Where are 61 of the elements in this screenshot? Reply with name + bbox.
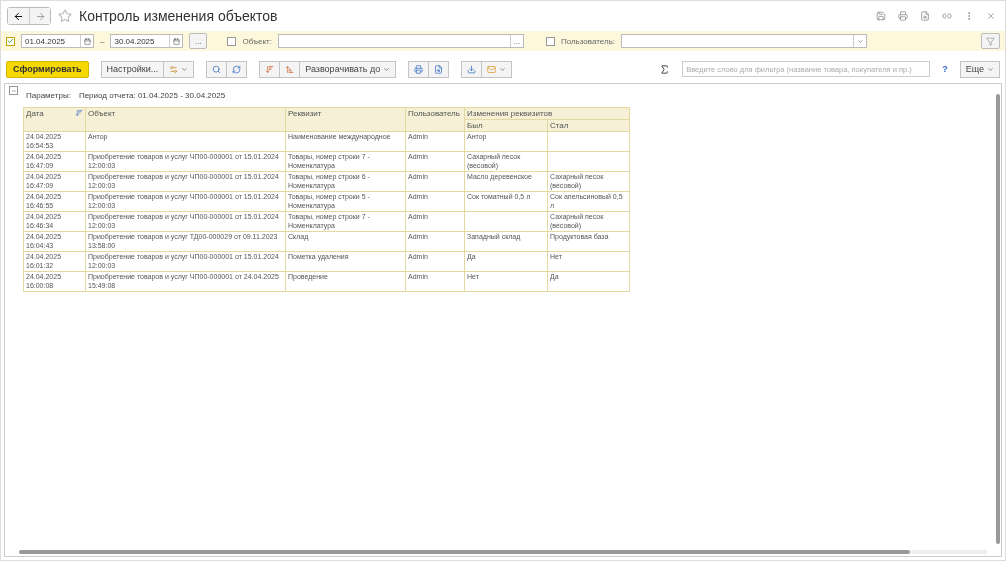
period-button[interactable]: ... <box>189 33 208 49</box>
group-header: Изменения реквизитов <box>464 107 630 120</box>
period-checkbox[interactable] <box>6 36 15 46</box>
params-value: Период отчета: 01.04.2025 - 30.04.2025 <box>78 91 226 100</box>
caret-icon <box>987 65 994 73</box>
select-button[interactable]: ... <box>509 35 523 47</box>
refresh-search-button[interactable] <box>227 60 248 78</box>
caret-icon <box>499 65 507 73</box>
sort-ascending-button[interactable] <box>280 60 301 78</box>
user-field[interactable] <box>621 34 868 48</box>
download-button[interactable] <box>461 60 483 78</box>
params-label: Параметры: <box>26 91 71 100</box>
sort-descending-button[interactable] <box>259 60 281 78</box>
user-label: Пользователь: <box>560 36 616 46</box>
calendar-icon <box>172 37 180 45</box>
print-icon[interactable] <box>895 8 911 24</box>
sort-ascending-icon <box>285 64 295 74</box>
caret-icon <box>181 65 189 73</box>
arrow-left-icon <box>13 10 24 22</box>
date-from-field[interactable]: 01.04.2025 <box>21 34 94 48</box>
filter-icon <box>986 36 995 46</box>
help-link[interactable]: ? <box>942 64 948 74</box>
horizontal-scrollbar[interactable] <box>19 550 987 554</box>
preview-icon <box>434 64 444 74</box>
collapse-icon[interactable] <box>9 86 18 95</box>
search-icon <box>212 64 222 74</box>
settings-button[interactable]: Настройки... <box>100 60 165 78</box>
refresh-icon <box>232 64 242 74</box>
expand-button[interactable]: Разворачивать до <box>300 60 397 78</box>
user-checkbox[interactable] <box>545 36 555 46</box>
star-icon[interactable] <box>57 8 73 24</box>
date-separator: – <box>100 36 105 46</box>
more-button[interactable]: Еще <box>959 60 1000 78</box>
back-button[interactable] <box>8 8 29 24</box>
column-header[interactable]: Пользователь <box>405 107 465 132</box>
search-button[interactable] <box>206 60 228 78</box>
filter-button[interactable] <box>981 33 1000 49</box>
date-to-field[interactable]: 30.04.2025 <box>110 34 184 48</box>
column-header[interactable]: Реквизит <box>285 107 406 132</box>
object-checkbox[interactable] <box>227 36 237 46</box>
column-header[interactable]: Дата <box>23 107 86 132</box>
calendar-icon <box>83 37 91 45</box>
object-label: Объект: <box>242 36 272 46</box>
preview-button[interactable] <box>429 60 450 78</box>
envelope-icon <box>487 64 497 74</box>
sort-descending-icon <box>265 64 275 74</box>
column-header[interactable]: Объект <box>85 107 286 132</box>
dropdown-icon <box>856 37 864 45</box>
print-button[interactable] <box>408 60 430 78</box>
download-icon <box>467 64 477 74</box>
sum-icon[interactable] <box>659 63 671 75</box>
variants-button[interactable] <box>164 60 195 78</box>
caret-icon <box>383 65 391 73</box>
settings-icon <box>169 64 179 74</box>
window-title: Контроль изменения объектов <box>79 8 278 24</box>
sort-icon <box>75 109 83 117</box>
arrow-right-icon <box>34 10 46 22</box>
mail-button[interactable] <box>482 60 513 78</box>
generate-button[interactable]: Сформировать <box>6 60 89 78</box>
object-field[interactable]: ... <box>277 34 524 48</box>
printer-icon <box>414 64 424 74</box>
